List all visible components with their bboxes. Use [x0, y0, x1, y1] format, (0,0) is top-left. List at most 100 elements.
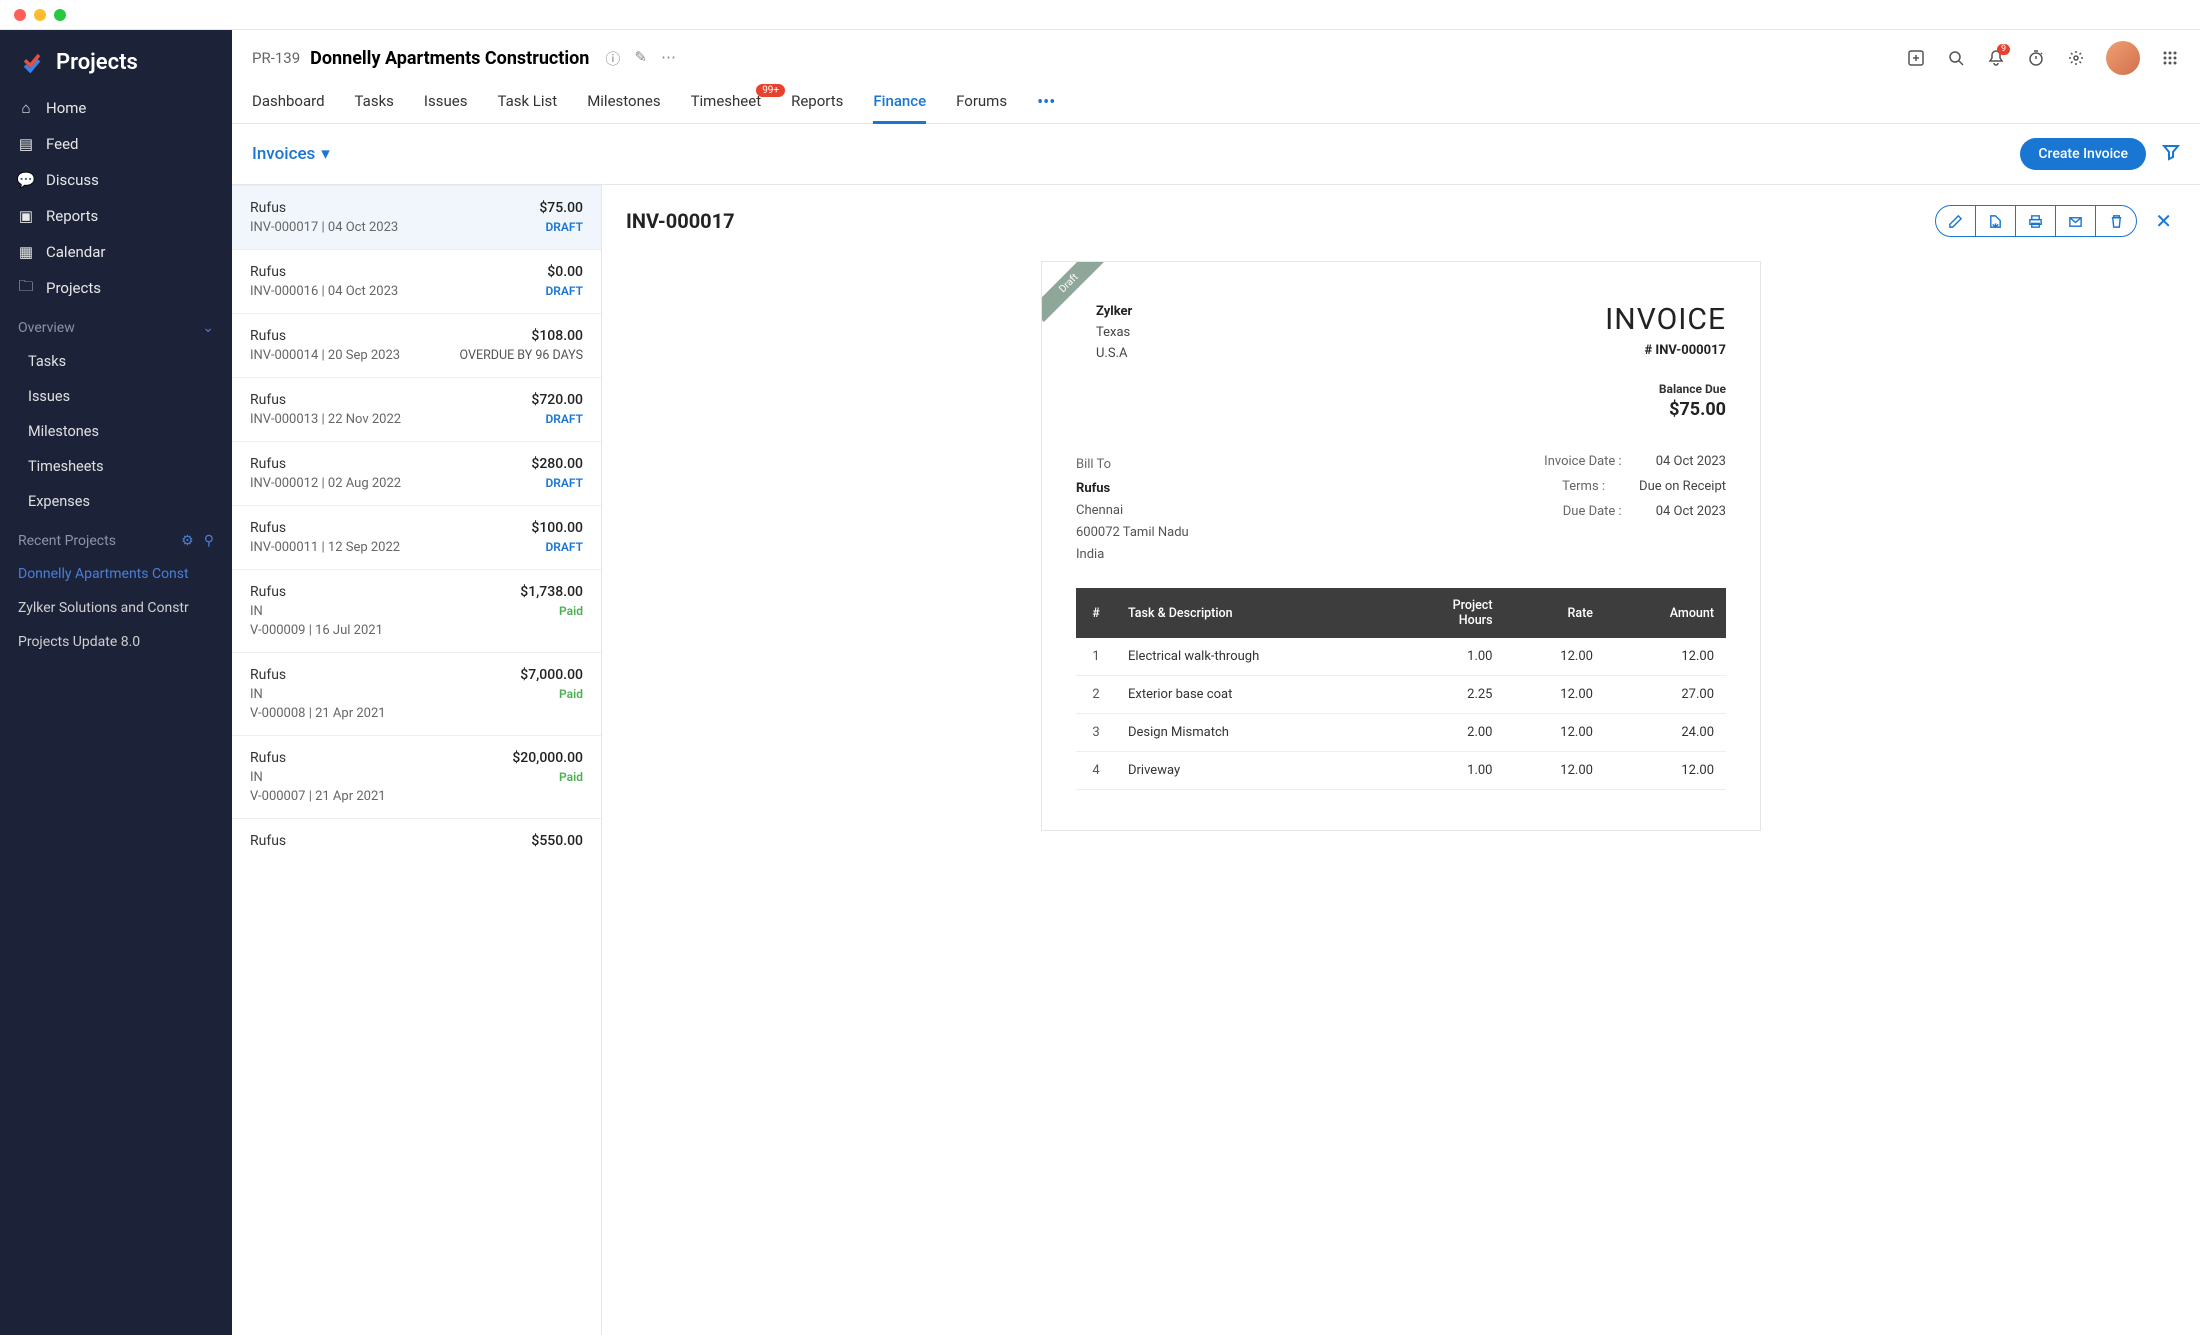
window-close-dot[interactable]: [14, 9, 26, 21]
recent-project-item[interactable]: Donnelly Apartments Const: [0, 557, 232, 591]
more-icon[interactable]: ⋯: [661, 48, 676, 69]
tab-finance[interactable]: Finance: [873, 82, 926, 123]
window-maximize-dot[interactable]: [54, 9, 66, 21]
search-icon[interactable]: [1946, 48, 1966, 68]
sidebar-item-projects[interactable]: 🗀Projects: [0, 270, 232, 306]
tab-timesheet[interactable]: Timesheet99+: [691, 82, 762, 123]
sidebar-item-label: Calendar: [46, 243, 106, 261]
print-button[interactable]: [2016, 206, 2056, 236]
tab-milestones[interactable]: Milestones: [587, 82, 660, 123]
logo-text: Projects: [56, 50, 138, 75]
invoice-list-row[interactable]: Rufus$7,000.00INPaidV-000008 | 21 Apr 20…: [232, 652, 601, 735]
invoice-id-date: INV-000012 | 02 Aug 2022: [250, 476, 401, 491]
invoice-status: Paid: [559, 604, 583, 619]
search-icon[interactable]: ⚲: [204, 533, 214, 549]
breadcrumb: PR-139 Donnelly Apartments Construction …: [252, 48, 676, 69]
invoice-list-row[interactable]: Rufus$75.00INV-000017 | 04 Oct 2023DRAFT: [232, 185, 601, 249]
stopwatch-icon[interactable]: [2026, 48, 2046, 68]
invoices-dropdown[interactable]: Invoices ▾: [252, 144, 330, 164]
invoice-id-date: INV-000017 | 04 Oct 2023: [250, 220, 398, 235]
window-minimize-dot[interactable]: [34, 9, 46, 21]
user-avatar[interactable]: [2106, 41, 2140, 75]
recent-project-item[interactable]: Zylker Solutions and Constr: [0, 591, 232, 625]
sidebar-sub-milestones[interactable]: Milestones: [0, 414, 232, 449]
invoice-id-prefix: IN: [250, 687, 263, 702]
reports-icon: ▣: [18, 208, 34, 224]
tab-issues[interactable]: Issues: [424, 82, 468, 123]
invoice-title-block: INVOICE # INV-000017 Balance Due $75.00: [1605, 302, 1726, 420]
sidebar-item-label: Feed: [46, 135, 79, 153]
create-invoice-button[interactable]: Create Invoice: [2020, 138, 2146, 170]
invoice-status: OVERDUE BY 96 DAYS: [460, 348, 583, 363]
add-icon[interactable]: [1906, 48, 1926, 68]
tab-reports[interactable]: Reports: [791, 82, 843, 123]
sidebar-sub-timesheets[interactable]: Timesheets: [0, 449, 232, 484]
info-icon[interactable]: ⓘ: [605, 48, 620, 69]
invoice-line-item: 2Exterior base coat2.2512.0027.00: [1076, 676, 1726, 714]
invoice-list: Rufus $75.00 INV-000017 | 04 Oct 2023 DRAFT…: [232, 185, 602, 1335]
sidebar-sub-issues[interactable]: Issues: [0, 379, 232, 414]
item-rate: 12.00: [1505, 752, 1605, 790]
recent-project-item[interactable]: Projects Update 8.0: [0, 625, 232, 659]
pdf-button[interactable]: [1976, 206, 2016, 236]
sidebar-item-calendar[interactable]: ▦ Calendar: [0, 234, 232, 270]
sidebar-item-reports[interactable]: ▣ Reports: [0, 198, 232, 234]
invoice-customer: Rufus: [250, 456, 286, 472]
draft-ribbon: Draft: [1042, 262, 1104, 324]
col-num: #: [1076, 588, 1116, 638]
sidebar-item-home[interactable]: ⌂ Home: [0, 90, 232, 126]
invoice-customer: Rufus: [250, 392, 286, 408]
invoice-list-row[interactable]: Rufus$20,000.00INPaidV-000007 | 21 Apr 2…: [232, 735, 601, 818]
tab-dashboard[interactable]: Dashboard: [252, 82, 325, 123]
browser-chrome: [0, 0, 2200, 30]
email-button[interactable]: [2056, 206, 2096, 236]
sidebar-sub-tasks[interactable]: Tasks: [0, 344, 232, 379]
edit-invoice-button[interactable]: [1936, 206, 1976, 236]
billto-name: Rufus: [1076, 478, 1189, 500]
invoice-list-row[interactable]: Rufus$550.00: [232, 818, 601, 867]
notifications-icon[interactable]: 9: [1986, 48, 2006, 68]
sidebar-item-label: Reports: [46, 207, 98, 225]
invoice-status: DRAFT: [545, 220, 583, 235]
invoice-list-row[interactable]: Rufus$108.00INV-000014 | 20 Sep 2023OVER…: [232, 313, 601, 377]
item-amount: 27.00: [1605, 676, 1726, 714]
filter-icon[interactable]: [2162, 143, 2180, 165]
delete-button[interactable]: [2096, 206, 2136, 236]
invoice-line-item: 3Design Mismatch2.0012.0024.00: [1076, 714, 1726, 752]
edit-icon[interactable]: ✎: [634, 48, 647, 69]
sidebar-section-overview[interactable]: Overview ⌄: [0, 306, 232, 344]
project-code: PR-139: [252, 49, 300, 67]
balance-amount: $75.00: [1605, 399, 1726, 420]
item-rate: 12.00: [1505, 676, 1605, 714]
invoice-list-row[interactable]: Rufus$0.00INV-000016 | 04 Oct 2023DRAFT: [232, 249, 601, 313]
tabs-more-icon[interactable]: •••: [1037, 82, 1055, 123]
invoice-id-date: V-000007 | 21 Apr 2021: [250, 789, 386, 804]
calendar-icon: ▦: [18, 244, 34, 260]
apps-grid-icon[interactable]: [2160, 48, 2180, 68]
settings-icon[interactable]: ⚙: [181, 533, 194, 549]
item-hours: 2.00: [1391, 714, 1504, 752]
invoice-list-row[interactable]: Rufus$1,738.00INPaidV-000009 | 16 Jul 20…: [232, 569, 601, 652]
sidebar-item-label: Home: [46, 99, 86, 117]
item-num: 2: [1076, 676, 1116, 714]
logo-icon: [18, 48, 46, 76]
sidebar-item-feed[interactable]: ▤Feed: [0, 126, 232, 162]
home-icon: ⌂: [18, 100, 34, 116]
tab-task-list[interactable]: Task List: [497, 82, 557, 123]
invoice-list-row[interactable]: Rufus$720.00INV-000013 | 22 Nov 2022DRAF…: [232, 377, 601, 441]
tab-tasks[interactable]: Tasks: [355, 82, 394, 123]
invoice-list-row[interactable]: Rufus$100.00INV-000011 | 12 Sep 2022DRAF…: [232, 505, 601, 569]
invoice-customer: Rufus: [250, 667, 286, 683]
sidebar-item-label: Discuss: [46, 171, 99, 189]
sidebar-logo[interactable]: Projects: [0, 30, 232, 90]
close-detail-button[interactable]: ✕: [2151, 205, 2176, 237]
tab-forums[interactable]: Forums: [956, 82, 1007, 123]
invoice-status: DRAFT: [545, 540, 583, 555]
invoice-meta-row: Due Date :04 Oct 2023: [1515, 504, 1726, 519]
sidebar-sub-expenses[interactable]: Expenses: [0, 484, 232, 519]
invoice-amount: $75.00: [539, 200, 583, 216]
sidebar-item-discuss[interactable]: 💬Discuss: [0, 162, 232, 198]
chevron-down-icon: ▾: [321, 144, 330, 164]
settings-icon[interactable]: [2066, 48, 2086, 68]
invoice-list-row[interactable]: Rufus$280.00INV-000012 | 02 Aug 2022DRAF…: [232, 441, 601, 505]
